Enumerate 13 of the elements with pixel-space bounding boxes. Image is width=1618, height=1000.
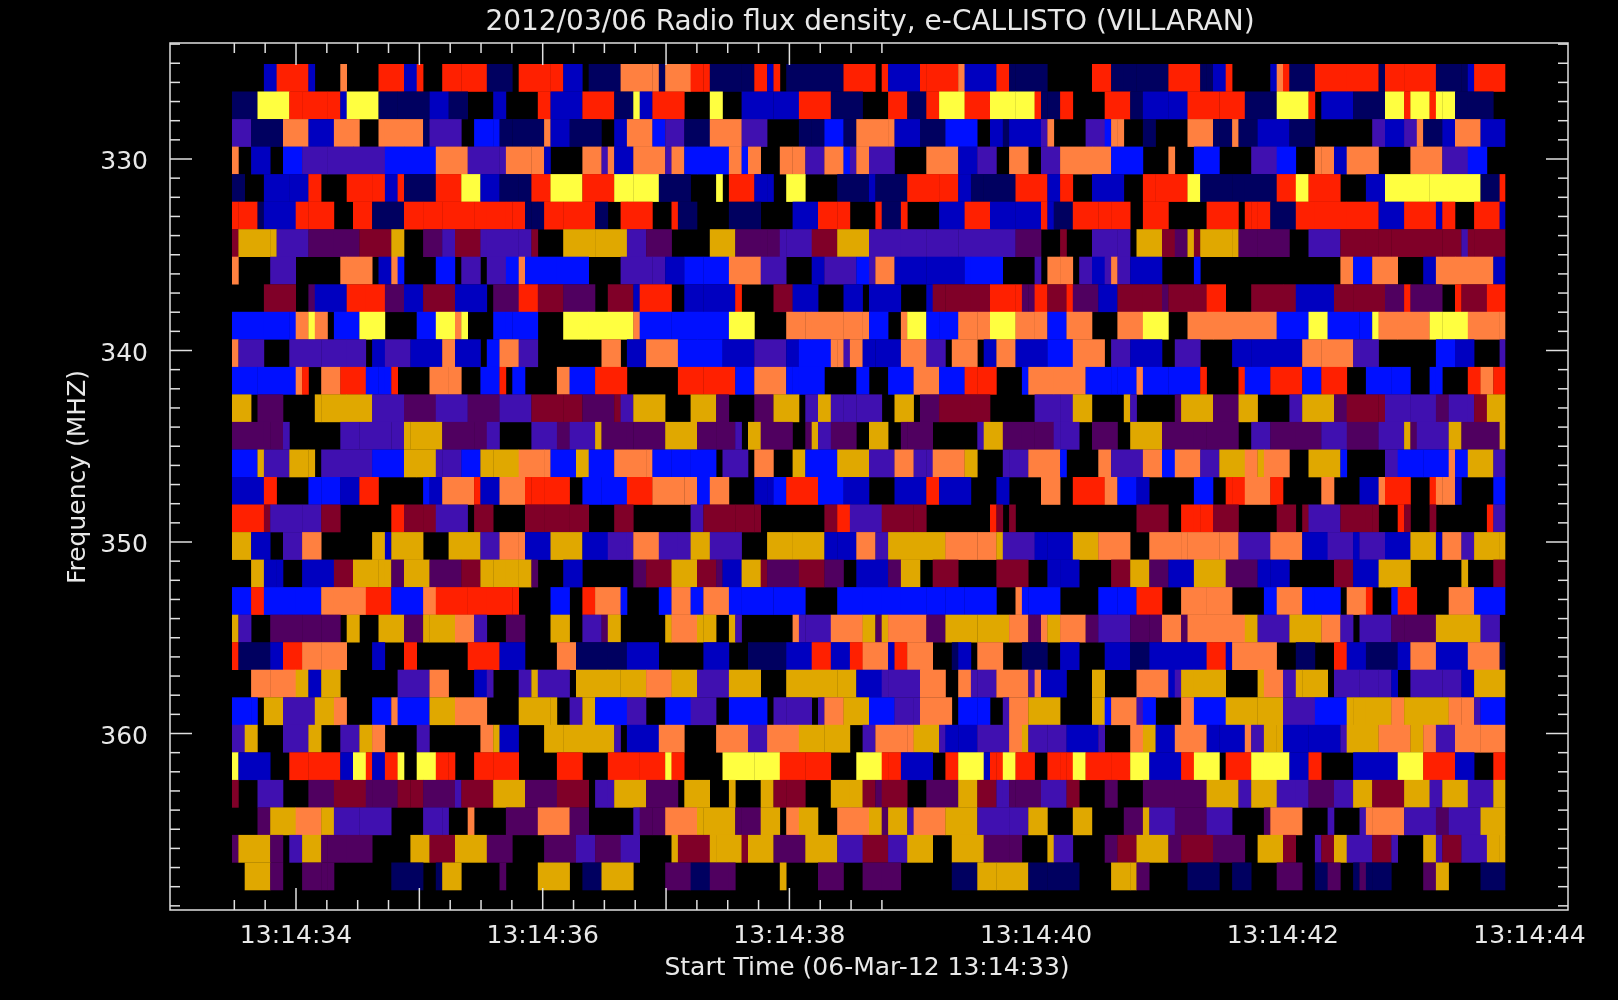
x-tick-label: 13:14:38 — [733, 920, 846, 949]
chart-title: 2012/03/06 Radio flux density, e-CALLISTO (VILLARAN) — [485, 4, 1255, 37]
x-tick-label: 13:14:42 — [1226, 920, 1339, 949]
y-tick-label: 360 — [100, 720, 148, 750]
y-axis-title: Frequency (MHZ) — [62, 369, 91, 585]
x-tick-label: 13:14:36 — [486, 920, 599, 949]
y-tick-label: 350 — [100, 529, 148, 558]
x-tick-label: 13:14:44 — [1473, 920, 1586, 949]
x-axis-title: Start Time (06-Mar-12 13:14:33) — [664, 952, 1070, 981]
x-tick-label: 13:14:40 — [979, 920, 1093, 949]
y-tick-label: 340 — [100, 337, 148, 367]
x-tick-label: 13:14:34 — [239, 920, 353, 949]
y-tick-label: 330 — [100, 146, 148, 175]
